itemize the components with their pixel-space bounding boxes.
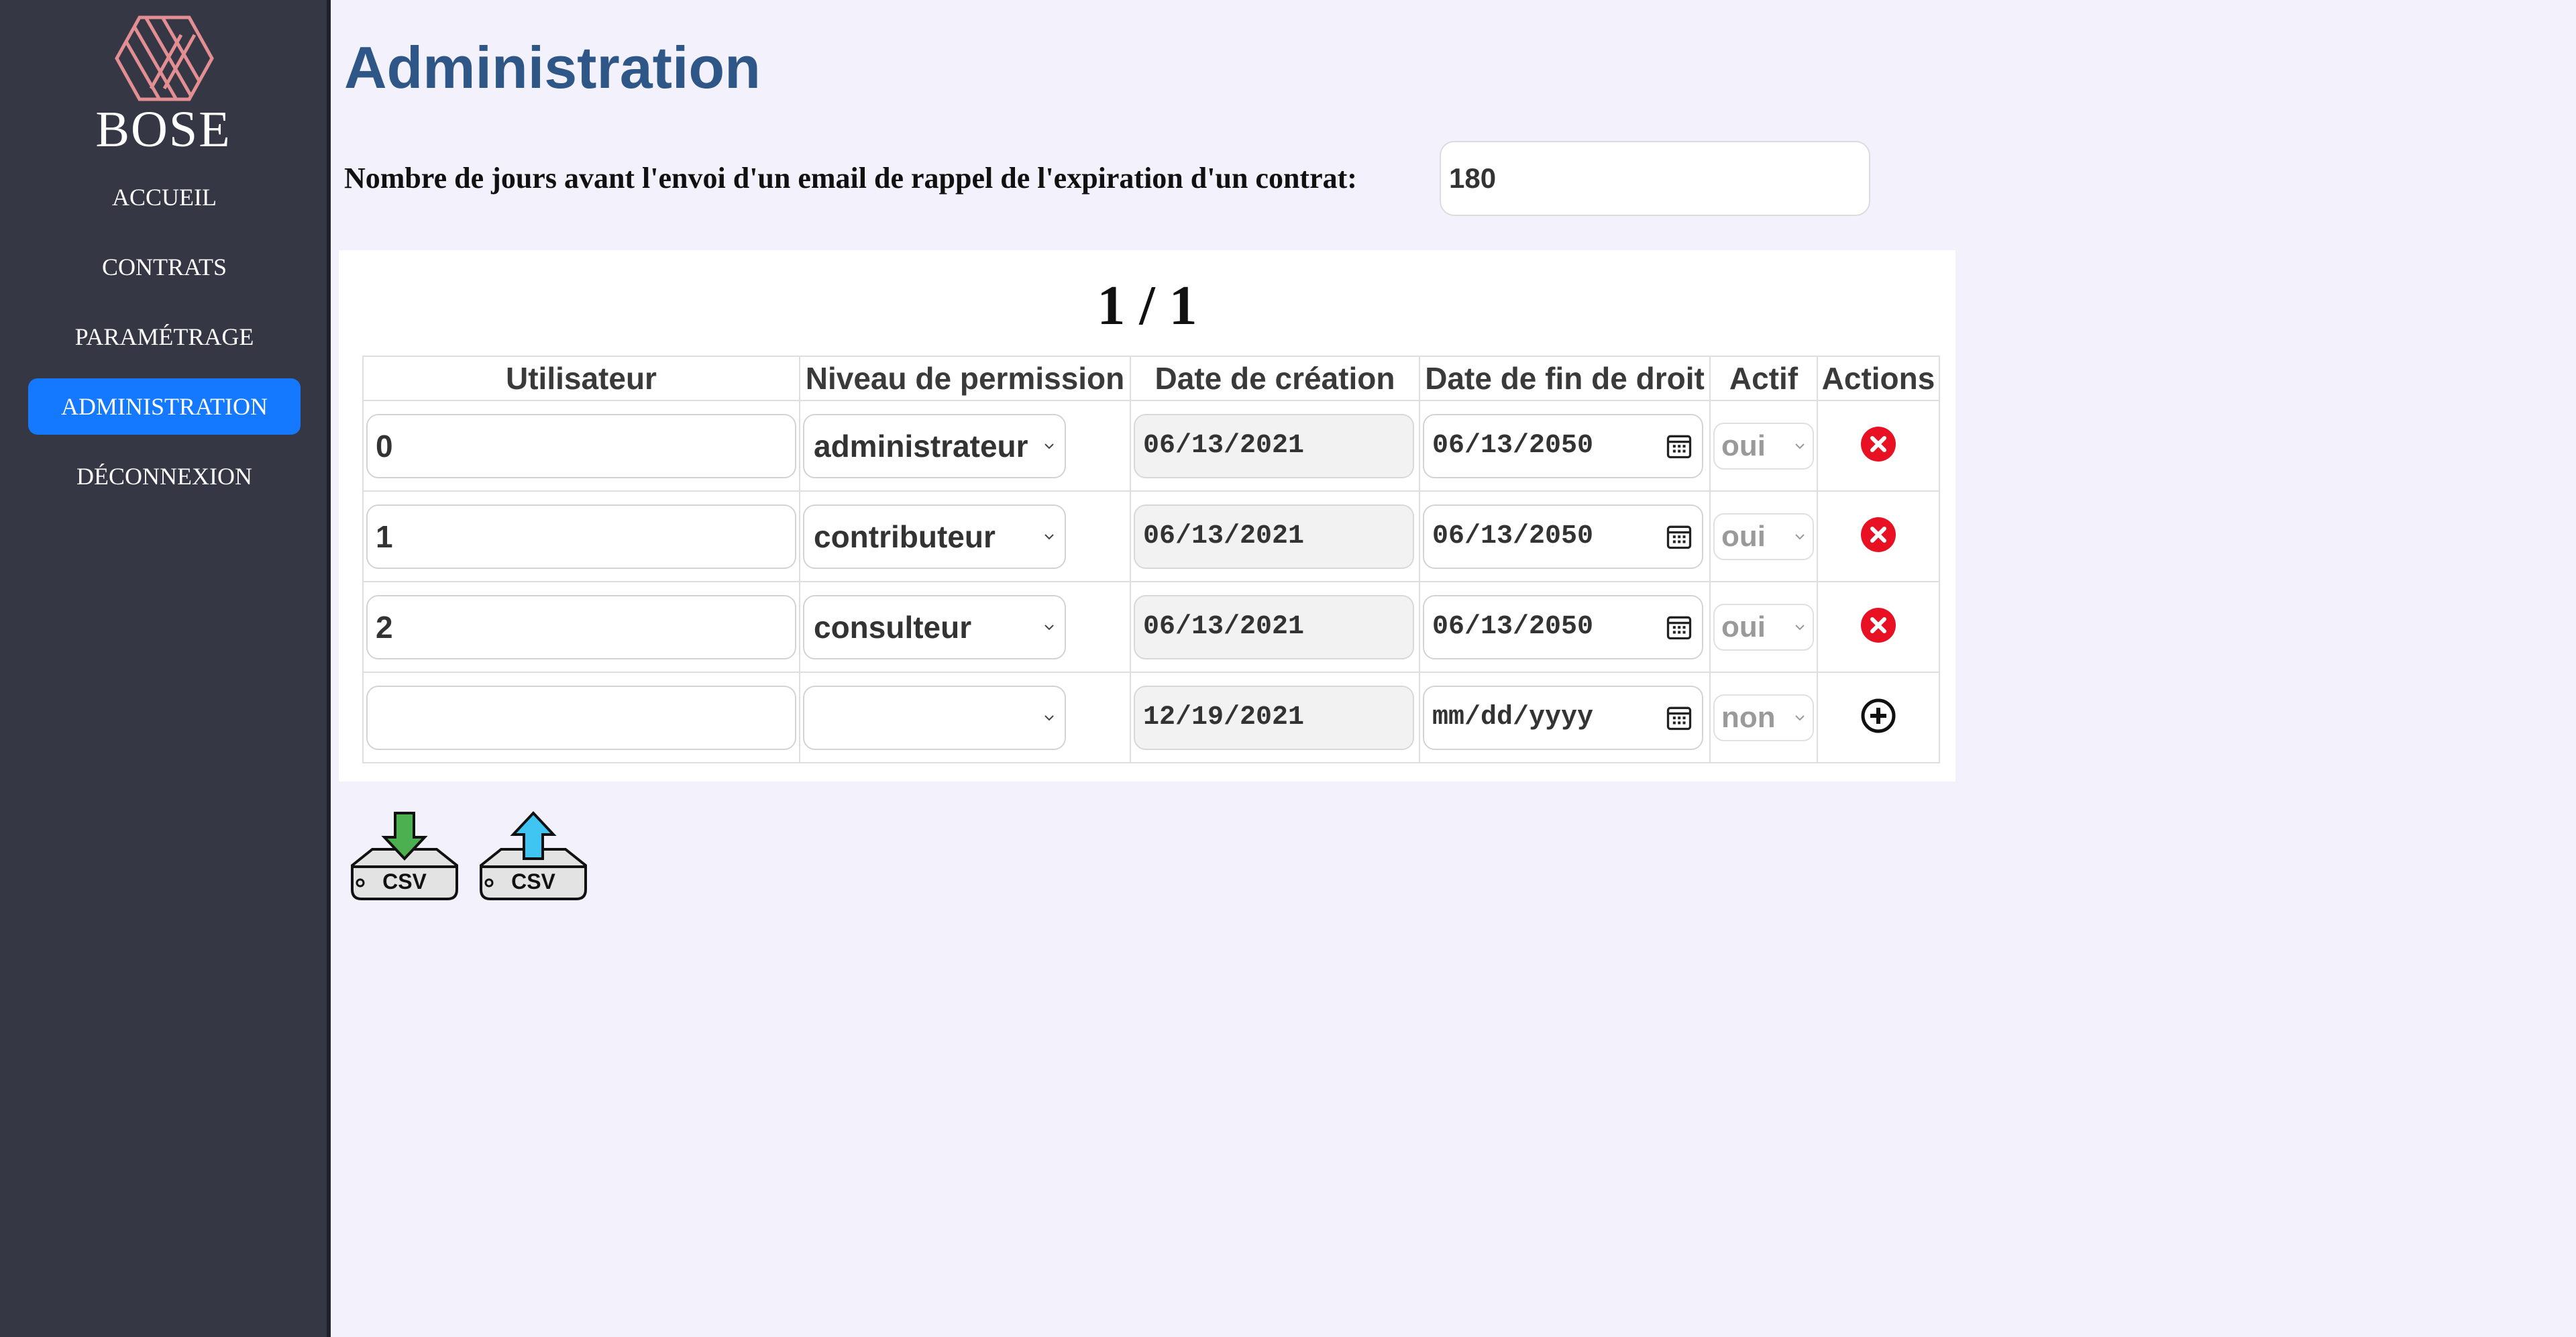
chevron-down-icon (1795, 714, 1805, 720)
header-actions: Actions (1817, 356, 1940, 401)
end-date-value: 06/13/2050 (1432, 431, 1594, 461)
permission-value: administrateur (814, 428, 1028, 464)
user-input[interactable] (366, 504, 796, 569)
active-value: oui (1721, 610, 1766, 643)
csv-actions: CSV CSV (344, 810, 594, 902)
chevron-down-icon (1795, 533, 1805, 539)
new-user-input[interactable] (366, 685, 796, 750)
table-row: consulteur 06/13/2021 06/13/2050 oui (362, 581, 1940, 673)
user-input[interactable] (366, 594, 796, 659)
chevron-down-icon (1795, 624, 1805, 630)
new-active-select[interactable]: non (1713, 694, 1814, 741)
bose-logo-icon (115, 15, 214, 101)
active-select[interactable]: oui (1713, 513, 1814, 560)
header-date-creation: Date de création (1130, 356, 1420, 401)
header-actif: Actif (1709, 356, 1818, 401)
end-date-input[interactable]: 06/13/2050 (1423, 594, 1703, 659)
brand-name: BOSE (95, 101, 231, 158)
active-select[interactable]: oui (1713, 422, 1814, 470)
calendar-icon[interactable] (1664, 522, 1694, 551)
delete-user-icon[interactable] (1860, 516, 1897, 553)
end-date-value: 06/13/2050 (1432, 521, 1594, 551)
header-niveau-permission: Niveau de permission (799, 356, 1131, 401)
chevron-down-icon (1044, 624, 1054, 630)
users-panel: 1 / 1 Utilisateur Niveau de permission D… (339, 250, 1955, 782)
export-csv-button[interactable]: CSV (344, 810, 465, 902)
chevron-down-icon (1795, 443, 1805, 449)
permission-select[interactable]: contributeur (803, 504, 1066, 569)
import-csv-button[interactable]: CSV (473, 810, 594, 902)
permission-select[interactable]: administrateur (803, 413, 1066, 478)
permission-value: consulteur (814, 609, 972, 645)
delete-user-icon[interactable] (1860, 425, 1897, 463)
sidebar-item-parametrage[interactable]: PARAMÉTRAGE (28, 309, 301, 365)
active-value: non (1721, 700, 1776, 734)
chevron-down-icon (1044, 714, 1054, 720)
header-date-fin-droit: Date de fin de droit (1419, 356, 1711, 401)
table-row: contributeur 06/13/2021 06/13/2050 oui (362, 490, 1940, 582)
reminder-days-label: Nombre de jours avant l'envoi d'un email… (344, 162, 1357, 195)
table-header-row: Utilisateur Niveau de permission Date de… (362, 356, 1940, 401)
users-table: Utilisateur Niveau de permission Date de… (362, 356, 1940, 763)
export-csv-label: CSV (382, 869, 427, 894)
active-value: oui (1721, 429, 1766, 462)
creation-date-field: 06/13/2021 (1134, 594, 1414, 659)
sidebar: BOSE ACCUEIL CONTRATS PARAMÉTRAGE ADMINI… (0, 0, 331, 1337)
new-creation-date-field: 12/19/2021 (1134, 685, 1414, 750)
sidebar-item-contrats[interactable]: CONTRATS (28, 239, 301, 295)
end-date-input[interactable]: 06/13/2050 (1423, 413, 1703, 478)
reminder-days-input[interactable] (1440, 141, 1870, 216)
calendar-icon[interactable] (1664, 431, 1694, 461)
pagination-indicator: 1 / 1 (1097, 274, 1197, 337)
chevron-down-icon (1044, 533, 1054, 539)
sidebar-nav: ACCUEIL CONTRATS PARAMÉTRAGE ADMINISTRAT… (28, 169, 301, 518)
page-title: Administration (344, 34, 761, 101)
header-utilisateur: Utilisateur (362, 356, 800, 401)
new-end-date-input[interactable]: mm/dd/yyyy (1423, 685, 1703, 750)
active-value: oui (1721, 519, 1766, 553)
sidebar-item-deconnexion[interactable]: DÉCONNEXION (28, 448, 301, 504)
chevron-down-icon (1044, 443, 1054, 449)
add-user-icon[interactable] (1860, 697, 1897, 735)
creation-date-field: 06/13/2021 (1134, 504, 1414, 569)
table-row: administrateur 06/13/2021 06/13/2050 oui (362, 400, 1940, 492)
new-user-row: 12/19/2021 mm/dd/yyyy non (362, 672, 1940, 763)
permission-select[interactable]: consulteur (803, 594, 1066, 659)
user-input[interactable] (366, 413, 796, 478)
active-select[interactable]: oui (1713, 603, 1814, 651)
sidebar-item-accueil[interactable]: ACCUEIL (28, 169, 301, 225)
sidebar-item-administration[interactable]: ADMINISTRATION (28, 378, 301, 435)
end-date-placeholder: mm/dd/yyyy (1432, 702, 1594, 733)
delete-user-icon[interactable] (1860, 606, 1897, 644)
creation-date-field: 06/13/2021 (1134, 413, 1414, 478)
new-permission-select[interactable] (803, 685, 1066, 750)
calendar-icon[interactable] (1664, 703, 1694, 733)
end-date-value: 06/13/2050 (1432, 612, 1594, 642)
end-date-input[interactable]: 06/13/2050 (1423, 504, 1703, 569)
permission-value: contributeur (814, 519, 996, 554)
import-csv-label: CSV (511, 869, 555, 894)
calendar-icon[interactable] (1664, 612, 1694, 642)
